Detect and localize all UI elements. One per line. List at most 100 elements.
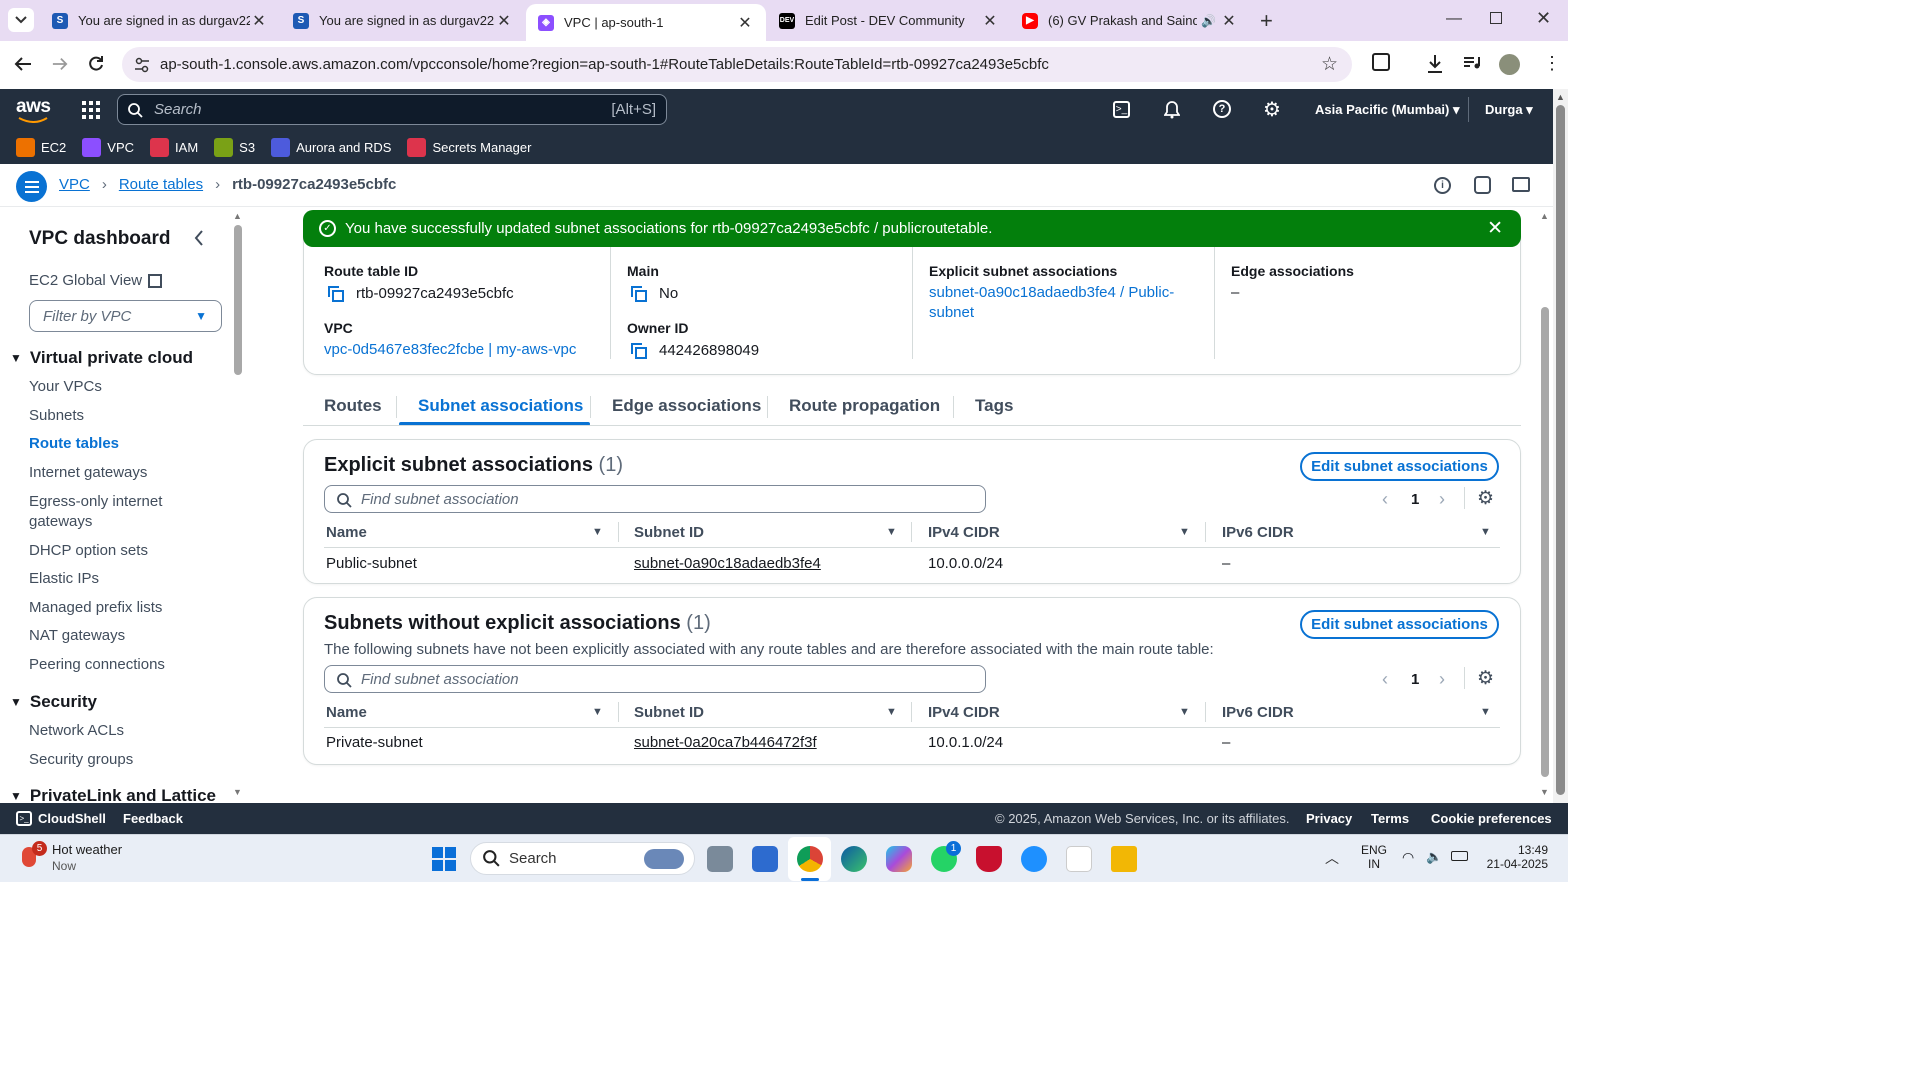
speaker-icon[interactable]: 🔊 <box>1201 14 1216 28</box>
mcafee-icon[interactable] <box>976 846 1002 872</box>
task-view-icon[interactable] <box>707 846 733 872</box>
sort-icon[interactable]: ▼ <box>886 706 897 718</box>
column-header-ipv4-cidr[interactable]: IPv4 CIDR <box>928 524 1000 541</box>
favorite-vpc[interactable]: VPC <box>82 137 134 157</box>
sidebar-item-nat-gateways[interactable]: NAT gateways <box>29 627 125 644</box>
sidebar-item-dhcp-option-sets[interactable]: DHCP option sets <box>29 542 148 559</box>
column-header-ipv6-cidr[interactable]: IPv6 CIDR <box>1222 704 1294 721</box>
sidebar-item-security-groups[interactable]: Security groups <box>29 751 133 768</box>
browser-tab[interactable]: DEV Edit Post - DEV Community ✕ <box>767 0 1011 41</box>
close-icon[interactable]: ✕ <box>1220 11 1238 31</box>
scroll-up-icon[interactable]: ▲ <box>1556 92 1565 102</box>
explicit-search-input[interactable]: Find subnet association <box>324 485 986 513</box>
close-icon[interactable]: ✕ <box>250 11 268 31</box>
browser-tab[interactable]: ▶ (6) GV Prakash and Saindha 🔊 ✕ <box>1010 0 1250 41</box>
close-window-button[interactable]: ✕ <box>1536 8 1551 29</box>
services-grid-icon[interactable] <box>82 101 100 119</box>
microsoft-store-icon[interactable] <box>1066 846 1092 872</box>
sort-icon[interactable]: ▼ <box>1480 526 1491 538</box>
cloudshell-icon[interactable]: >_ <box>1113 101 1130 118</box>
wifi-icon[interactable]: ◠ <box>1402 849 1414 866</box>
scroll-up-icon[interactable]: ▲ <box>1540 211 1549 221</box>
bell-icon[interactable] <box>1164 100 1180 119</box>
scroll-down-icon[interactable]: ▼ <box>233 787 242 797</box>
sidebar-item-egress-only-gateways[interactable]: Egress-only internet gateways <box>29 492 179 532</box>
subnet-id-link[interactable]: subnet-0a90c18adaedb3fe4 <box>634 555 821 572</box>
browser-tab[interactable]: S You are signed in as durgav22it ✕ <box>281 0 525 41</box>
sort-icon[interactable]: ▼ <box>1179 706 1190 718</box>
column-header-ipv6-cidr[interactable]: IPv6 CIDR <box>1222 524 1294 541</box>
url-bar[interactable]: ap-south-1.console.aws.amazon.com/vpccon… <box>122 47 1352 82</box>
close-icon[interactable]: ✕ <box>1487 217 1503 240</box>
favorite-s3[interactable]: S3 <box>214 137 255 157</box>
prev-page-icon[interactable]: ‹ <box>1382 489 1388 510</box>
aws-search-input[interactable]: Search [Alt+S] <box>117 94 667 125</box>
sidebar-item-internet-gateways[interactable]: Internet gateways <box>29 464 147 481</box>
page-scrollbar[interactable]: ▲ ▼ <box>1553 89 1568 834</box>
column-resizer[interactable] <box>618 522 619 542</box>
weather-widget[interactable]: 5 <box>22 841 47 869</box>
site-info-icon[interactable] <box>134 57 150 73</box>
copy-icon[interactable] <box>328 285 344 302</box>
column-resizer[interactable] <box>911 522 912 542</box>
next-page-icon[interactable]: › <box>1439 489 1445 510</box>
explicit-association-link[interactable]: subnet-0a90c18adaedb3fe4 / Public-subnet <box>929 283 1189 323</box>
forward-icon[interactable] <box>52 56 68 72</box>
scroll-up-icon[interactable]: ▲ <box>233 211 242 221</box>
sort-icon[interactable]: ▼ <box>886 526 897 538</box>
tab-routes[interactable]: Routes <box>324 396 382 416</box>
more-menu-icon[interactable]: ⋮ <box>1543 53 1561 74</box>
vpc-link[interactable]: vpc-0d5467e83fec2fcbe | my-aws-vpc <box>324 341 576 358</box>
sort-icon[interactable]: ▼ <box>592 526 603 538</box>
region-selector[interactable]: Asia Pacific (Mumbai) ▾ <box>1315 102 1460 118</box>
reload-icon[interactable] <box>88 55 104 73</box>
sidebar-scrollbar[interactable]: ▲ ▼ <box>232 207 245 803</box>
sidebar-item-network-acls[interactable]: Network ACLs <box>29 722 124 739</box>
download-icon[interactable] <box>1426 54 1444 74</box>
sidebar-section-vpc[interactable]: ▼ Virtual private cloud <box>10 348 193 368</box>
tab-tags[interactable]: Tags <box>975 396 1013 416</box>
browser-tab[interactable]: S You are signed in as durgav22it ✕ <box>40 0 280 41</box>
help-icon[interactable]: ? <box>1213 100 1231 118</box>
tab-route-propagation[interactable]: Route propagation <box>789 396 940 416</box>
sidebar-section-privatelink[interactable]: ▼ PrivateLink and Lattice <box>10 786 216 803</box>
extensions-icon[interactable] <box>1372 53 1390 71</box>
sidebar-item-route-tables[interactable]: Route tables <box>29 435 119 452</box>
column-resizer[interactable] <box>618 702 619 722</box>
settings-hex-icon[interactable] <box>1474 176 1491 194</box>
breadcrumb-route-tables[interactable]: Route tables <box>119 176 203 193</box>
clock[interactable]: 13:49 21-04-2025 <box>1484 843 1548 871</box>
next-page-icon[interactable]: › <box>1439 669 1445 690</box>
edit-subnet-associations-button[interactable]: Edit subnet associations <box>1300 610 1499 639</box>
gear-icon[interactable]: ⚙ <box>1263 97 1281 122</box>
tab-search-button[interactable] <box>8 8 34 32</box>
collapse-icon[interactable] <box>194 230 204 246</box>
close-icon[interactable]: ✕ <box>495 11 513 31</box>
tab-edge-associations[interactable]: Edge associations <box>612 396 761 416</box>
edge-icon[interactable] <box>841 846 867 872</box>
volume-icon[interactable]: 🔈 <box>1426 849 1442 865</box>
favorite-rds[interactable]: Aurora and RDS <box>271 137 391 157</box>
edit-subnet-associations-button[interactable]: Edit subnet associations <box>1300 452 1499 481</box>
sort-icon[interactable]: ▼ <box>1480 706 1491 718</box>
cookie-preferences-link[interactable]: Cookie preferences <box>1431 811 1552 826</box>
browser-tab-active[interactable]: ◈ VPC | ap-south-1 ✕ <box>526 4 766 41</box>
copilot-icon[interactable] <box>886 846 912 872</box>
gear-icon[interactable]: ⚙ <box>1477 487 1494 510</box>
prev-page-icon[interactable]: ‹ <box>1382 669 1388 690</box>
language-indicator[interactable]: ENG IN <box>1361 843 1387 871</box>
user-menu[interactable]: Durga ▾ <box>1485 102 1533 118</box>
sort-icon[interactable]: ▼ <box>1179 526 1190 538</box>
taskbar-search[interactable]: Search <box>470 842 695 875</box>
subnet-id-link[interactable]: subnet-0a20ca7b446472f3f <box>634 734 817 751</box>
scroll-thumb[interactable] <box>1556 105 1565 795</box>
chevron-up-icon[interactable]: ︿ <box>1325 848 1339 868</box>
gear-icon[interactable]: ⚙ <box>1477 667 1494 690</box>
feedback-link[interactable]: Feedback <box>123 811 183 826</box>
hp-app-icon[interactable] <box>752 846 778 872</box>
sidebar-item-subnets[interactable]: Subnets <box>29 407 84 424</box>
favorite-iam[interactable]: IAM <box>150 137 198 157</box>
vpc-filter-select[interactable]: Filter by VPC ▼ <box>29 300 222 332</box>
column-header-subnet-id[interactable]: Subnet ID <box>634 704 704 721</box>
column-header-ipv4-cidr[interactable]: IPv4 CIDR <box>928 704 1000 721</box>
